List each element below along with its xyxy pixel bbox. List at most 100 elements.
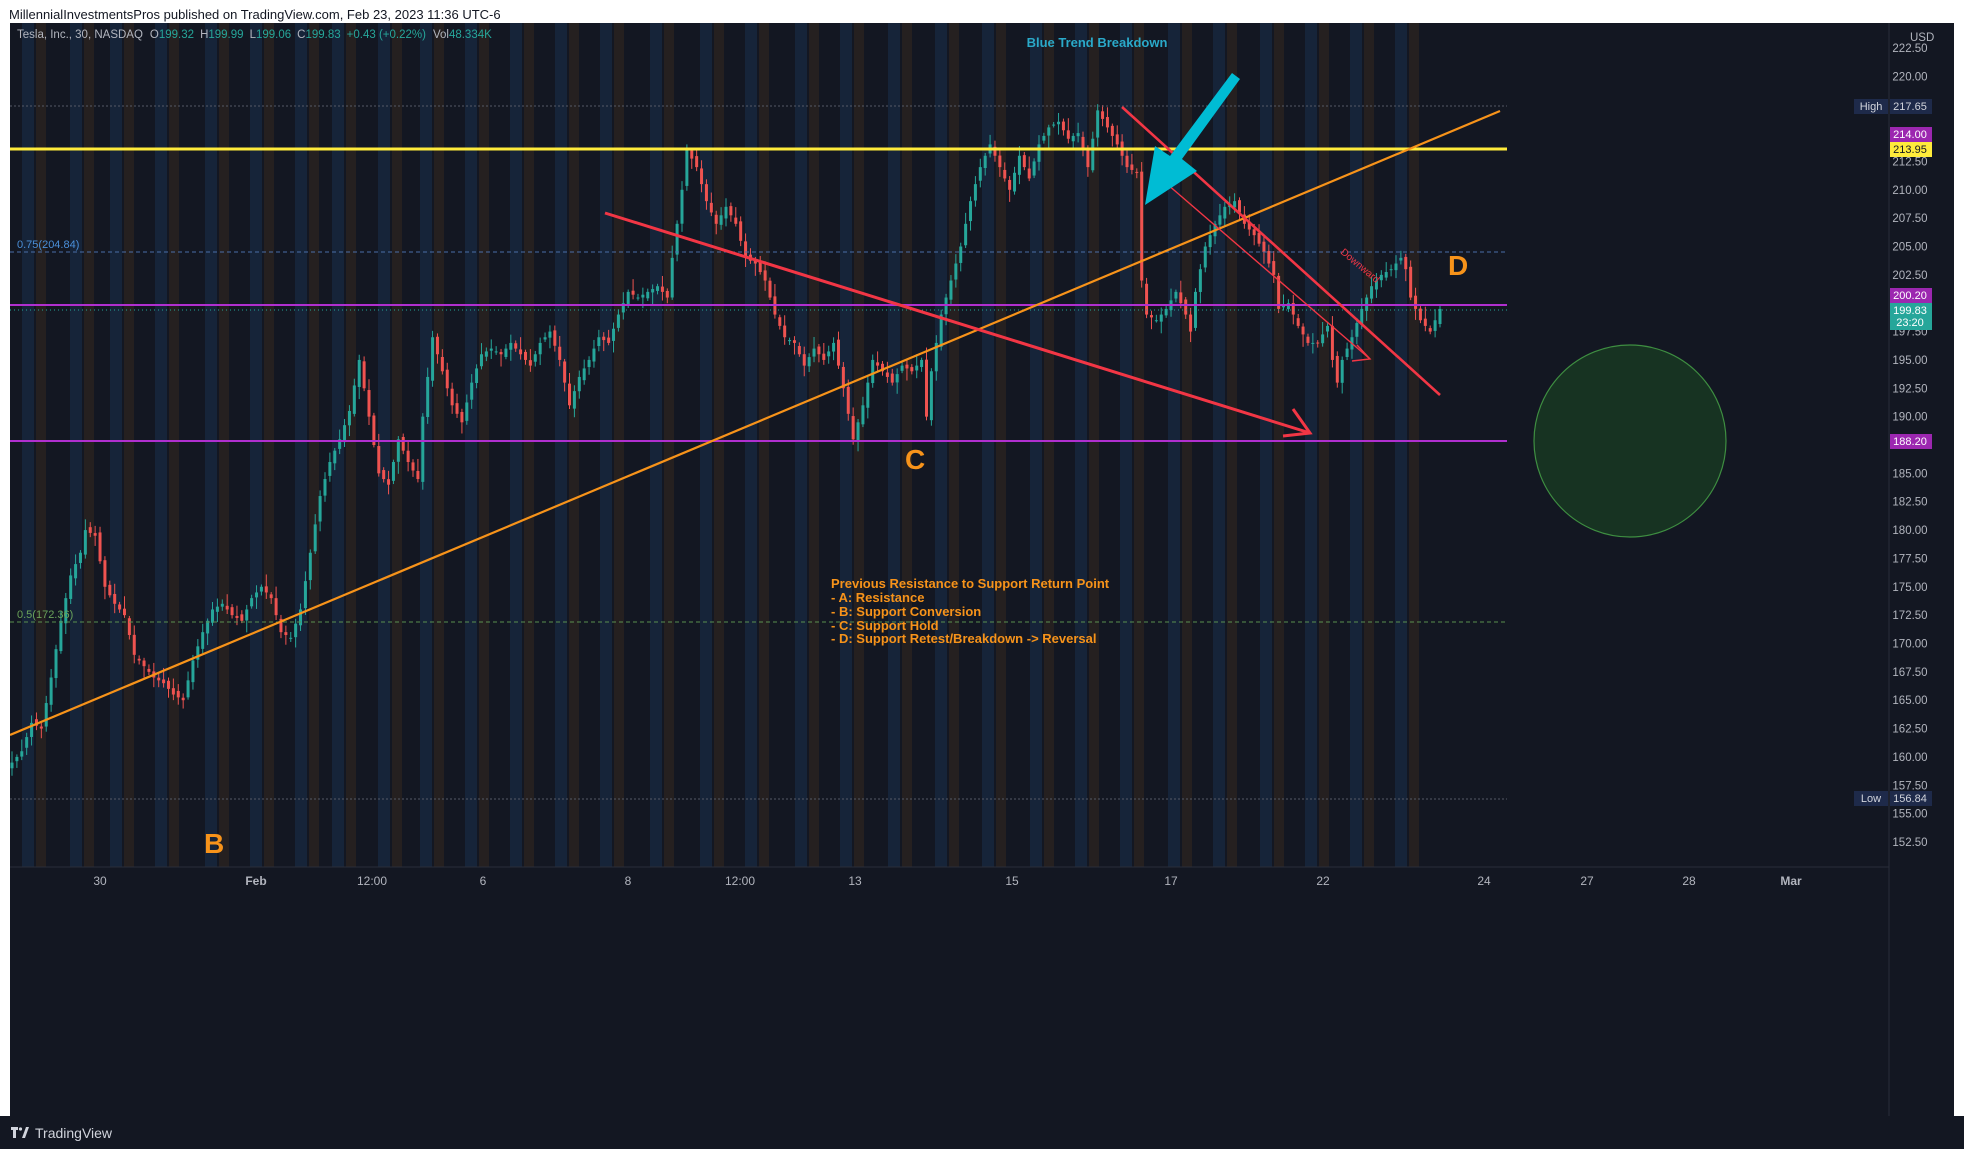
candle-body <box>553 330 557 346</box>
candle-body <box>602 336 606 341</box>
candle-body <box>836 339 840 366</box>
candle-body <box>1237 200 1241 213</box>
candle-body <box>817 346 821 355</box>
candle-body <box>240 614 244 621</box>
price-tick-label: 152.50 <box>1892 837 1927 849</box>
candle-body <box>1047 127 1051 136</box>
candle-body <box>93 533 97 536</box>
candle-body <box>206 620 210 634</box>
tradingview-logo[interactable]: TradingView <box>11 1124 112 1142</box>
candle-body <box>1330 325 1334 360</box>
candle-body <box>450 388 454 406</box>
candle-body <box>396 439 400 462</box>
svg-text:Previous Resistance to Support: Previous Resistance to Support Return Po… <box>831 576 1110 591</box>
candle-body <box>352 385 356 414</box>
candle-body <box>1076 133 1080 137</box>
time-tick-label: 6 <box>480 874 487 888</box>
candle-body <box>915 365 919 371</box>
candle-body <box>959 246 963 263</box>
candle-body <box>142 660 146 667</box>
candle-body <box>876 362 880 366</box>
candle-body <box>788 340 792 342</box>
candle-body <box>523 351 527 360</box>
candle-body <box>225 605 229 610</box>
candle-body <box>103 560 107 587</box>
price-tick-label: 162.50 <box>1892 724 1927 736</box>
candle-body <box>1306 336 1310 343</box>
candle-body <box>426 376 430 417</box>
price-tick-label: 185.00 <box>1892 468 1927 480</box>
point-label-b: B <box>204 828 224 859</box>
candle-body <box>1418 308 1422 321</box>
candle-body <box>729 206 733 216</box>
candle-body <box>181 697 185 701</box>
candle-body <box>856 422 860 441</box>
candle-body <box>1203 246 1207 268</box>
candle-body <box>538 342 542 355</box>
candle-body <box>851 416 855 440</box>
chart-frame[interactable]: Downward Blue Trend Breakdown B C D Prev… <box>9 23 1954 1116</box>
candle-body <box>1096 110 1100 138</box>
price-tick-label: 195.00 <box>1892 355 1927 367</box>
price-tick-label: 160.00 <box>1892 752 1927 764</box>
time-tick-label: 15 <box>1005 874 1019 888</box>
candle-body <box>509 342 513 350</box>
candle-body <box>59 620 63 652</box>
time-tick-label: 28 <box>1682 874 1696 888</box>
candle-body <box>1130 164 1134 170</box>
candle-body <box>44 703 48 727</box>
candle-body <box>250 598 254 607</box>
candle-body <box>905 364 909 369</box>
svg-text:- B: Support Conversion: - B: Support Conversion <box>831 604 981 619</box>
fib-05-label: 0.5(172.36) <box>17 609 73 621</box>
candle-body <box>983 155 987 168</box>
candle-body <box>719 215 723 225</box>
high-tag: High 217.65 <box>1854 99 1932 114</box>
candle-body <box>20 751 24 757</box>
candle-body <box>489 348 493 351</box>
candle-body <box>1345 348 1349 358</box>
candle-body <box>724 206 728 219</box>
candle-body <box>612 328 616 341</box>
candle-body <box>925 359 929 417</box>
price-tick-label: 202.50 <box>1892 270 1927 282</box>
candle-body <box>797 346 801 355</box>
candle-body <box>1428 328 1432 332</box>
candle-body <box>969 201 973 222</box>
svg-text:156.84: 156.84 <box>1893 793 1927 805</box>
candle-body <box>973 184 977 201</box>
candle-body <box>347 410 351 426</box>
tradingview-logo-icon <box>11 1127 29 1138</box>
candle-body <box>572 391 576 409</box>
price-chart[interactable]: Downward Blue Trend Breakdown B C D Prev… <box>9 23 1954 1116</box>
candle-body <box>118 604 122 610</box>
candle-body <box>978 167 982 181</box>
candle-body <box>269 594 273 599</box>
candle-body <box>1071 135 1075 142</box>
candle-body <box>1409 266 1413 298</box>
candle-body <box>900 365 904 371</box>
candle-body <box>220 603 224 607</box>
svg-text:Low: Low <box>1861 793 1881 805</box>
candle-body <box>264 586 268 593</box>
candle-body <box>548 331 552 338</box>
candle-body <box>1017 155 1021 175</box>
candle-body <box>465 402 469 421</box>
candle-body <box>1184 299 1188 315</box>
candle-body <box>455 403 459 414</box>
candle-body <box>98 532 102 562</box>
candle-body <box>1282 306 1286 308</box>
candle-body <box>54 649 58 679</box>
candle-body <box>411 462 415 471</box>
candle-body <box>245 609 249 621</box>
candle-body <box>1433 320 1437 331</box>
candle-body <box>519 349 523 355</box>
price-tag-21395: 213.95 <box>1890 142 1932 157</box>
candle-body <box>646 291 650 299</box>
time-tick-label: 8 <box>625 874 632 888</box>
candle-body <box>656 286 660 291</box>
candle-body <box>1414 295 1418 309</box>
candle-body <box>1115 134 1119 145</box>
candle-body <box>607 337 611 343</box>
time-tick-label: 27 <box>1580 874 1594 888</box>
